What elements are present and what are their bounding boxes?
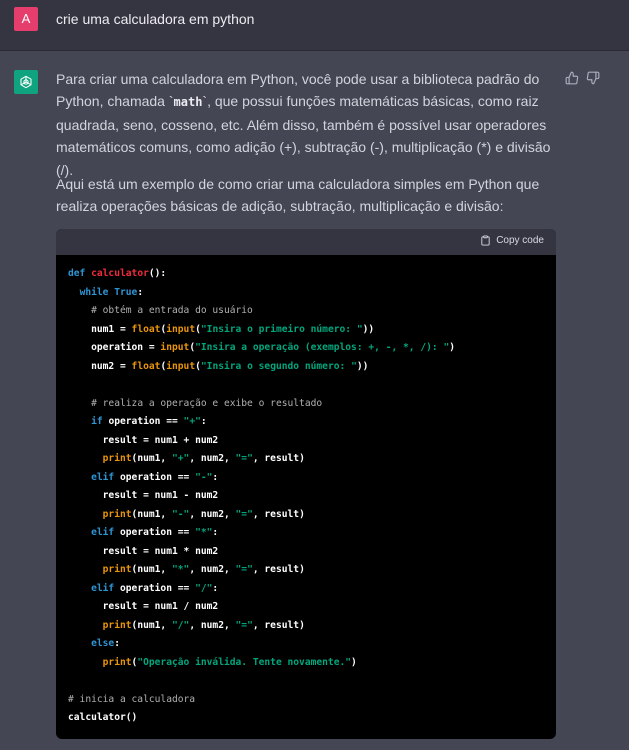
- code-line: while True:: [79, 286, 144, 298]
- code-line: # realiza a operação e exibe o resultado: [91, 397, 323, 409]
- code-line: print(num1, "*", num2, "=", result): [102, 564, 305, 575]
- code-line: print(num1, "-", num2, "=", result): [102, 508, 305, 520]
- code-line: calculator(): [68, 712, 138, 723]
- code-line: print(num1, "/", num2, "=", result): [102, 619, 305, 631]
- code-line: # inicia a calculadora: [68, 693, 196, 705]
- code-block-header: Copy code: [56, 229, 556, 255]
- code-content[interactable]: def calculator(): while True: # obtém a …: [68, 265, 455, 728]
- code-line: if operation == "+":: [91, 416, 207, 427]
- user-avatar: A: [14, 7, 38, 31]
- code-line: elif operation == "/":: [91, 582, 219, 594]
- answer-paragraph-1: Para criar uma calculadora em Python, vo…: [56, 68, 556, 181]
- copy-code-label: Copy code: [496, 235, 544, 246]
- code-line: result = num1 + num2: [68, 434, 219, 446]
- inline-code-math: math: [173, 95, 203, 110]
- chatgpt-logo-icon: [14, 70, 38, 94]
- code-line: print("Operação inválida. Tente novament…: [102, 656, 357, 668]
- code-line: print(num1, "+", num2, "=", result): [102, 453, 305, 464]
- user-message-row: A crie uma calculadora em python: [0, 0, 629, 51]
- code-line: # obtém a entrada do usuário: [91, 305, 253, 316]
- code-block: Copy code def calculator(): while True: …: [56, 229, 556, 739]
- code-line: num2 = float(input("Insira o segundo núm…: [68, 360, 369, 372]
- code-line: operation = input("Insira a operação (ex…: [68, 342, 456, 353]
- code-line: result = num1 / num2: [68, 601, 219, 612]
- thumbs-up-icon[interactable]: [565, 71, 581, 87]
- code-line: result = num1 - num2: [68, 490, 219, 501]
- clipboard-icon: [481, 235, 490, 246]
- code-line: elif operation == "*":: [91, 527, 219, 538]
- user-message-text: crie uma calculadora em python: [56, 11, 255, 27]
- thumbs-down-icon[interactable]: [586, 71, 602, 87]
- copy-code-button[interactable]: Copy code: [480, 235, 544, 246]
- code-line: num1 = float(input("Insira o primeiro nú…: [68, 323, 375, 335]
- code-line: else:: [91, 638, 120, 649]
- code-line: def calculator():: [68, 268, 167, 279]
- answer-paragraph-2: Aqui está um exemplo de como criar uma c…: [56, 176, 540, 215]
- code-line: result = num1 * num2: [68, 545, 219, 557]
- code-line: elif operation == "-":: [91, 471, 219, 483]
